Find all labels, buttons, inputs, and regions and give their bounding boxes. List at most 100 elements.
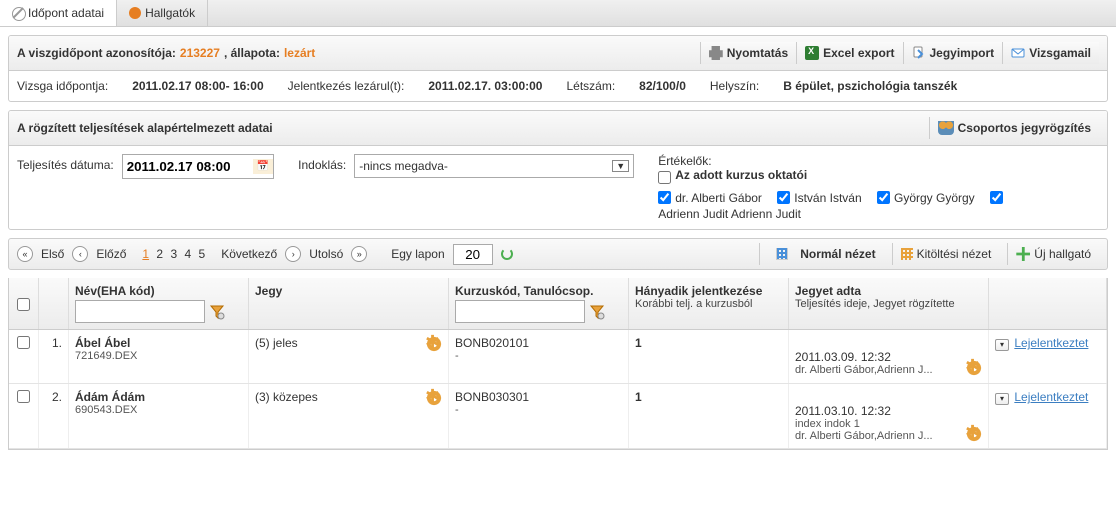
col-name-title: Név(EHA kód): [75, 284, 242, 298]
row-number: 2.: [39, 384, 69, 448]
headcount-value: 82/100/0: [639, 79, 686, 93]
col-action: [989, 278, 1107, 329]
given-time: 2011.03.09. 12:32: [795, 350, 933, 364]
headcount-label: Létszám:: [566, 79, 615, 93]
row-number: 1.: [39, 330, 69, 383]
given-by: dr. Alberti Gábor,Adrienn J...: [795, 364, 933, 376]
grid-header: Név(EHA kód) Jegy Kurzuskód, Tanulócsop.…: [9, 278, 1107, 330]
grade-value: (5) jeles: [255, 336, 298, 350]
date-label: Teljesítés dátuma:: [17, 154, 114, 172]
cell-name: Ádám Ádám 690543.DEX: [69, 384, 249, 448]
first-label[interactable]: Első: [41, 247, 64, 261]
reg-close-value: 2011.02.17. 03:00:00: [428, 79, 542, 93]
tab-label: Hallgatók: [145, 6, 195, 20]
checkbox[interactable]: [990, 191, 1003, 204]
fill-view-button[interactable]: Kitöltési nézet: [892, 243, 1000, 265]
last-label[interactable]: Utolsó: [309, 247, 343, 261]
tab-schedule[interactable]: Időpont adatai: [0, 0, 117, 26]
perpage-input[interactable]: [453, 244, 493, 265]
col-attempt-sub: Korábbi telj. a kurzusból: [635, 298, 782, 310]
reg-close-label: Jelentkezés lezárul(t):: [288, 79, 405, 93]
print-label: Nyomtatás: [727, 46, 788, 60]
eval-extra: Adrienn Judit Adrienn Judit: [658, 207, 1099, 221]
dropdown-icon[interactable]: ▾: [995, 339, 1009, 351]
row-checkbox[interactable]: [17, 390, 30, 403]
import-button[interactable]: Jegyimport: [903, 42, 1003, 64]
print-icon: [709, 46, 723, 60]
refresh-icon[interactable]: [501, 248, 513, 260]
page-3[interactable]: 3: [168, 247, 179, 261]
eval-course-teachers[interactable]: Az adott kurzus oktatói: [658, 168, 807, 186]
eval-person-1[interactable]: dr. Alberti Gábor: [658, 191, 762, 205]
funnel-icon[interactable]: [589, 304, 605, 320]
summary-panel: A viszgidőpont azonosítója: 213227 , áll…: [8, 35, 1108, 102]
page-5[interactable]: 5: [197, 247, 208, 261]
gear-icon[interactable]: [426, 336, 442, 352]
group-grade-button[interactable]: Csoportos jegyrögzítés: [929, 117, 1099, 139]
location-label: Helyszín:: [710, 79, 759, 93]
normal-view-button[interactable]: Normál nézet: [759, 243, 883, 265]
given-time: 2011.03.10. 12:32: [795, 404, 933, 418]
exam-time-value: 2011.02.17 08:00- 16:00: [132, 79, 263, 93]
checkbox[interactable]: [658, 191, 671, 204]
name-filter-input[interactable]: [75, 300, 205, 323]
perpage-label: Egy lapon: [391, 247, 444, 261]
attempt-value: 1: [635, 390, 782, 404]
fill-view-label: Kitöltési nézet: [917, 247, 992, 261]
calendar-icon[interactable]: 📅: [253, 159, 273, 174]
col-grade: Jegy: [249, 278, 449, 329]
given-reason: index indok 1: [795, 418, 933, 430]
gear-icon[interactable]: [426, 390, 442, 406]
page-4[interactable]: 4: [182, 247, 193, 261]
cell-grade: (3) közepes: [249, 384, 449, 448]
deregister-link[interactable]: Lejelentkeztet: [1014, 336, 1088, 350]
cell-attempt: 1: [629, 330, 789, 383]
reason-label: Indoklás:: [298, 154, 346, 172]
eval-person-4[interactable]: [990, 191, 1003, 204]
checkbox[interactable]: [777, 191, 790, 204]
funnel-icon[interactable]: [209, 304, 225, 320]
circle-icon: [129, 7, 141, 19]
tabs-bar: Időpont adatai Hallgatók: [0, 0, 1116, 27]
checkall-checkbox[interactable]: [17, 298, 30, 311]
dropdown-icon[interactable]: ▾: [995, 393, 1009, 405]
checkbox[interactable]: [877, 191, 890, 204]
cell-attempt: 1: [629, 384, 789, 448]
study-group: -: [455, 350, 622, 362]
chevron-down-icon[interactable]: ▼: [612, 160, 629, 172]
mail-button[interactable]: Vizsgamail: [1002, 42, 1099, 64]
reason-select[interactable]: -nincs megadva- ▼: [354, 154, 634, 178]
gear-icon[interactable]: [966, 360, 982, 376]
col-given-sub: Teljesítés ideje, Jegyet rögzítette: [795, 298, 982, 310]
last-page-button[interactable]: »: [351, 246, 367, 262]
excel-button[interactable]: Excel export: [796, 42, 902, 64]
page-2[interactable]: 2: [154, 247, 165, 261]
date-input[interactable]: [123, 155, 253, 178]
tab-label: Időpont adatai: [28, 6, 104, 20]
new-student-button[interactable]: Új hallgató: [1007, 243, 1099, 265]
defaults-header: A rögzített teljesítések alapértelmezett…: [9, 111, 1107, 146]
checkbox[interactable]: [658, 171, 671, 184]
normal-view-label: Normál nézet: [800, 247, 875, 261]
prev-page-button[interactable]: ‹: [72, 246, 88, 262]
print-button[interactable]: Nyomtatás: [700, 42, 796, 64]
gear-icon[interactable]: [966, 426, 982, 442]
exam-time-label: Vizsga időpontja:: [17, 79, 108, 93]
eval-person-2[interactable]: István István: [777, 191, 861, 205]
eval-person-3[interactable]: György György: [877, 191, 975, 205]
course-filter-input[interactable]: [455, 300, 585, 323]
page-1[interactable]: 1: [140, 247, 151, 261]
excel-label: Excel export: [823, 46, 894, 60]
next-page-button[interactable]: ›: [285, 246, 301, 262]
tab-students[interactable]: Hallgatók: [117, 0, 208, 26]
grid-icon: [776, 248, 788, 260]
cell-action: ▾ Lejelentkeztet: [989, 384, 1107, 448]
row-checkbox[interactable]: [17, 336, 30, 349]
col-name: Név(EHA kód): [69, 278, 249, 329]
prev-label[interactable]: Előző: [96, 247, 126, 261]
col-attempt-title: Hányadik jelentkezése: [635, 284, 782, 298]
next-label[interactable]: Következő: [221, 247, 277, 261]
first-page-button[interactable]: «: [17, 246, 33, 262]
deregister-link[interactable]: Lejelentkeztet: [1014, 390, 1088, 404]
col-number: [39, 278, 69, 329]
